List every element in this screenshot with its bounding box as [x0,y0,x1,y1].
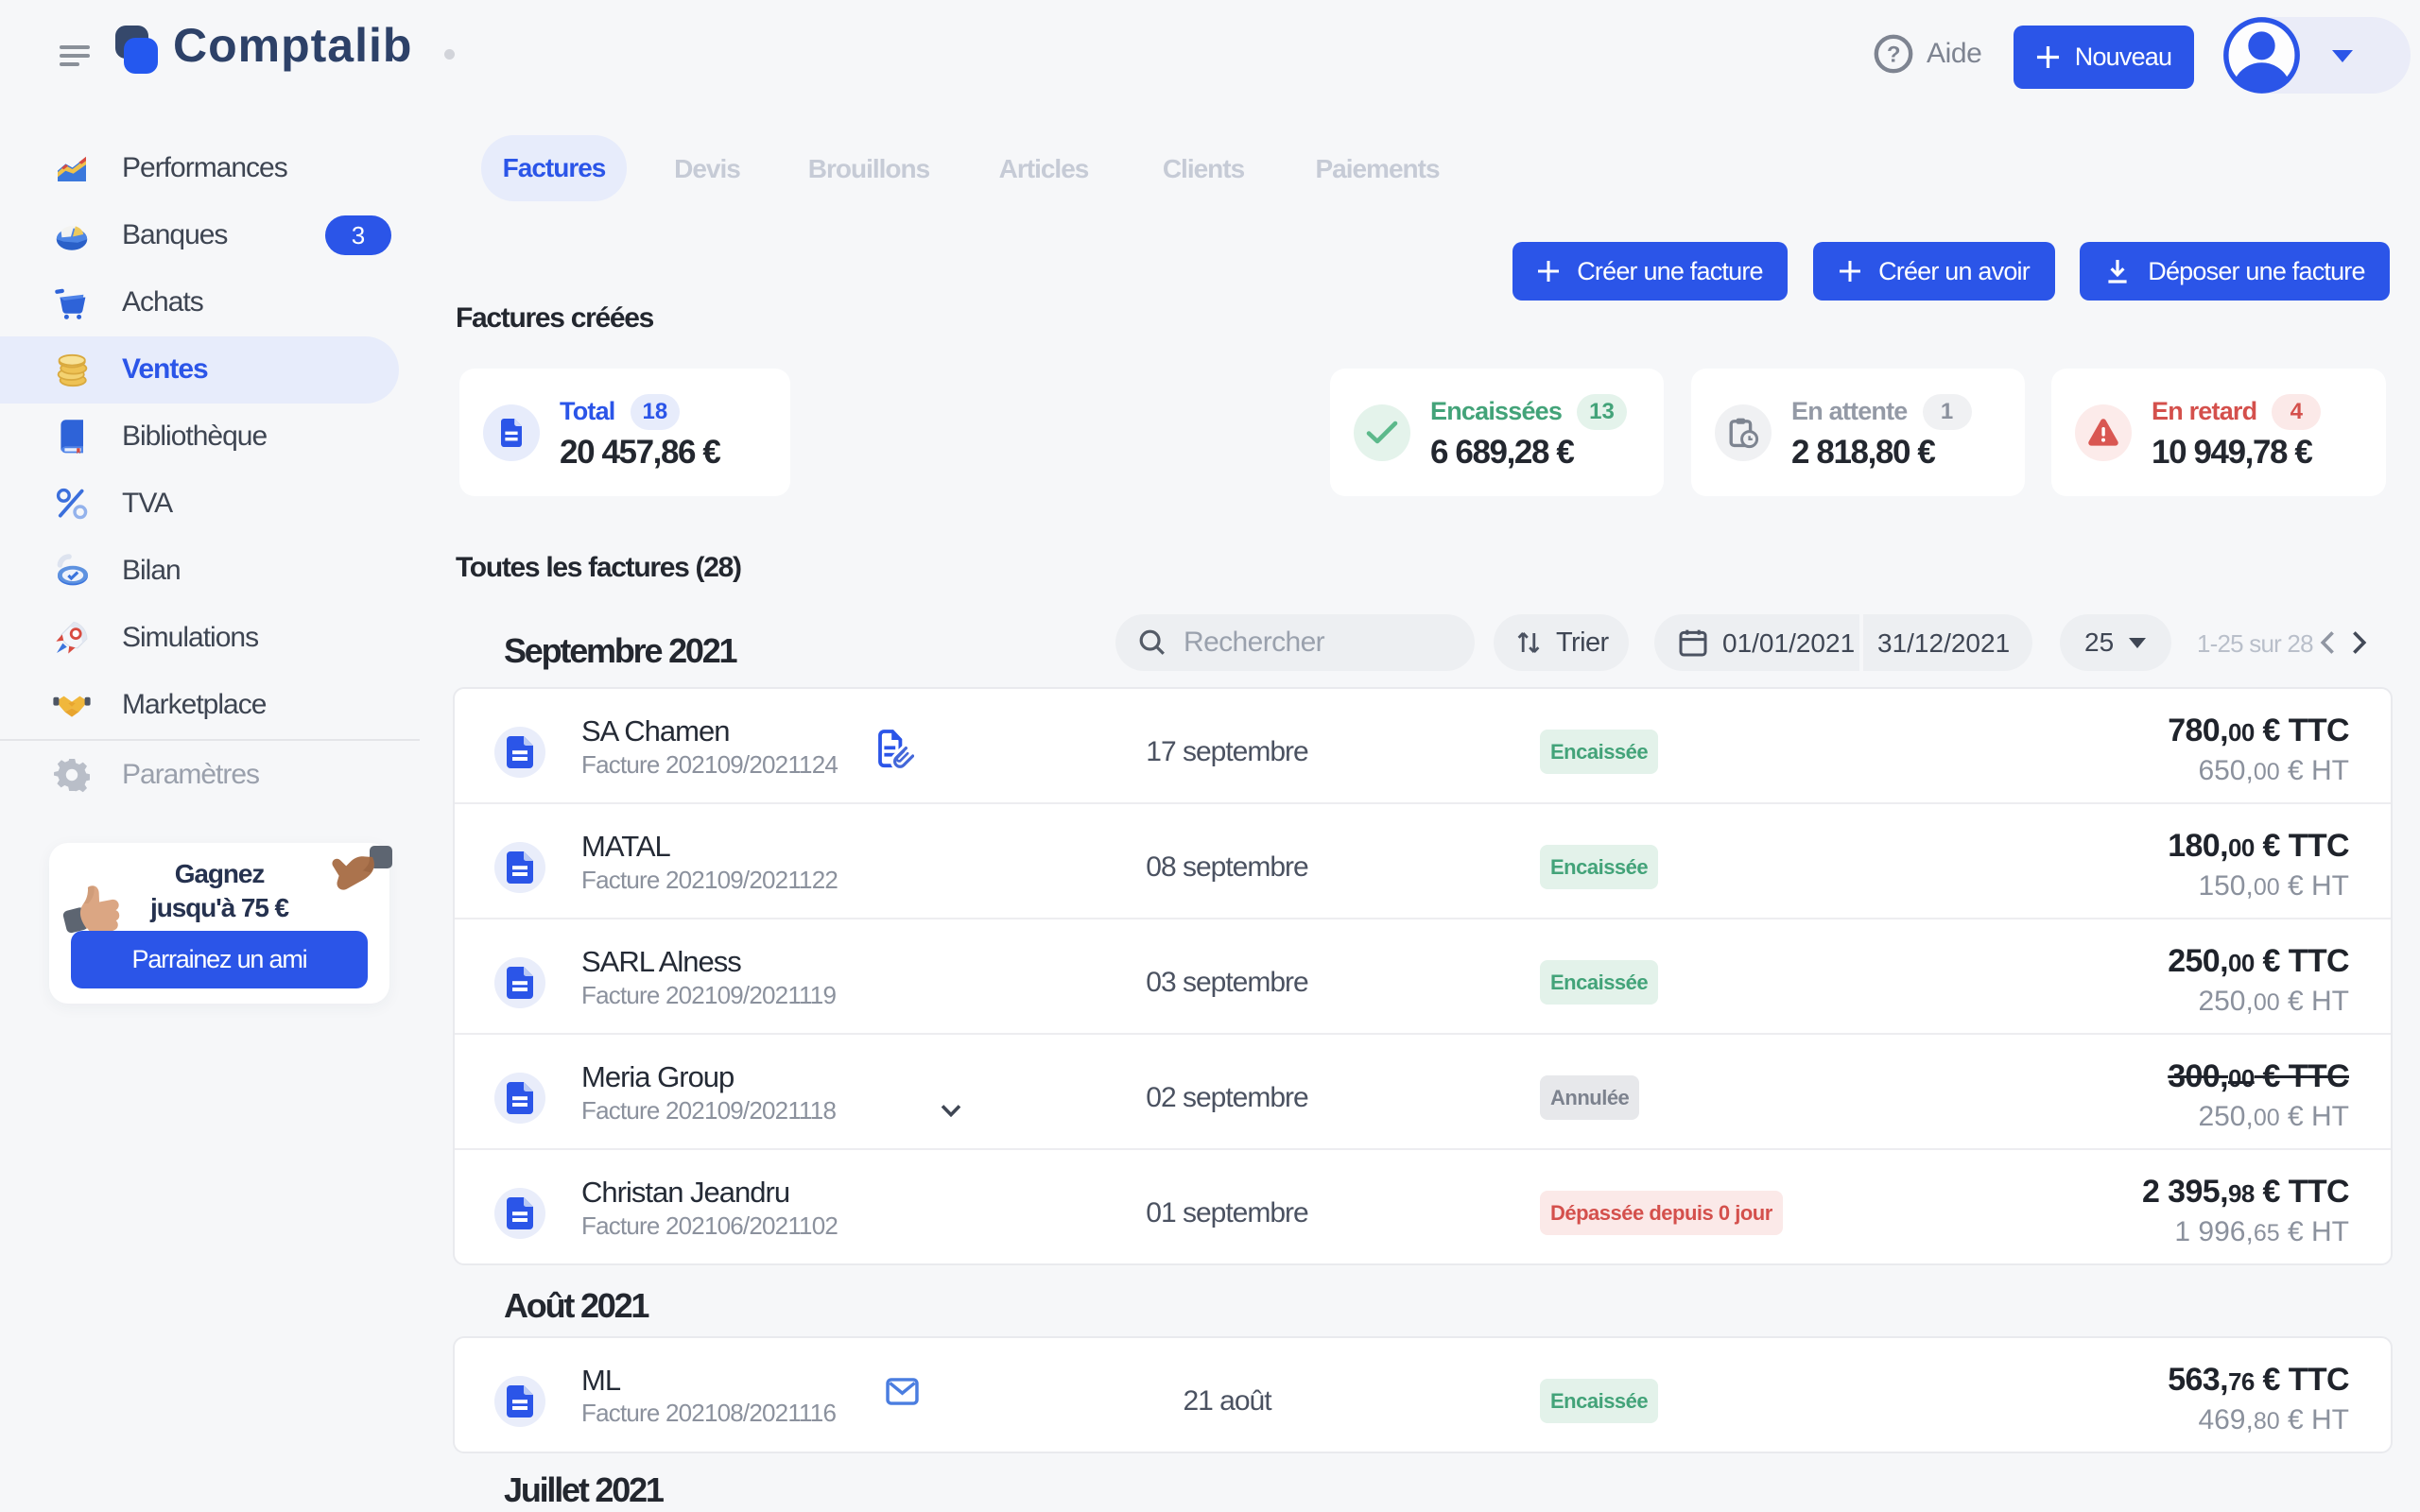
svg-text:?: ? [1887,43,1900,68]
